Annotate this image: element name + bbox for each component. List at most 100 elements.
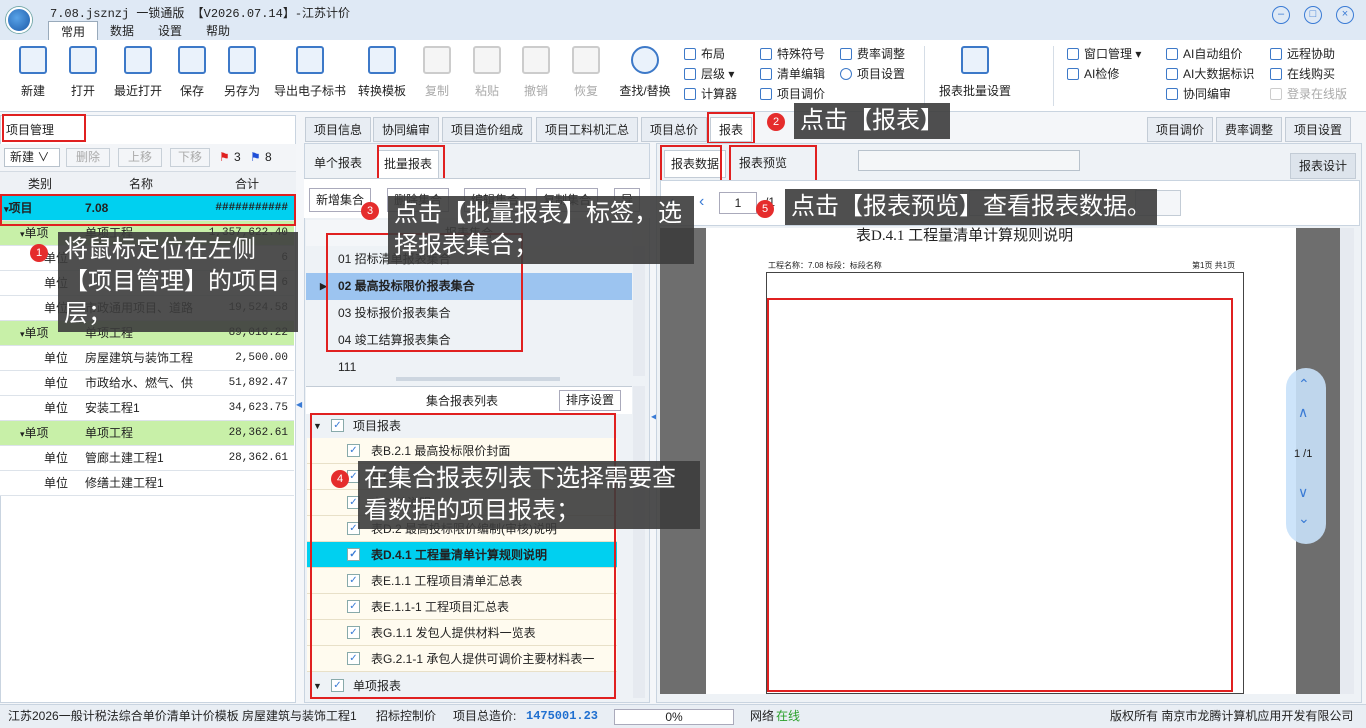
menu-tab-settings[interactable]: 设置	[146, 21, 194, 40]
splitter-left-icon[interactable]: ◀	[296, 400, 302, 420]
page-down-icon[interactable]: ∨	[1298, 484, 1308, 501]
cell-name[interactable]: 管廊土建工程1	[81, 446, 201, 471]
undo-button[interactable]: 撤销	[510, 44, 562, 108]
level-button[interactable]: 层级 ▾	[684, 64, 737, 84]
report-name-field[interactable]	[858, 150, 1080, 171]
table-row[interactable]: ▾单项 单项工程 28,362.61	[0, 421, 294, 446]
expand-icon[interactable]: ▼	[313, 674, 322, 698]
report-item[interactable]: ✓ 表G.1.1 发包人提供材料一览表	[307, 620, 617, 646]
special-symbol-button[interactable]: 特殊符号	[760, 44, 825, 64]
ai-check-button[interactable]: AI检修	[1067, 64, 1141, 84]
checkbox[interactable]: ✓	[331, 679, 344, 692]
recent-button[interactable]: 最近打开	[111, 44, 165, 108]
checkbox[interactable]: ✓	[347, 600, 360, 613]
checkbox[interactable]: ✓	[347, 548, 360, 561]
report-subroot-node[interactable]: ▼ ✓ 单项报表	[307, 674, 617, 698]
convert-template-button[interactable]: 转换模板	[354, 44, 410, 108]
close-icon[interactable]: ×	[1336, 6, 1354, 24]
table-row[interactable]: 单位 安装工程1 34,623.75	[0, 396, 294, 421]
cell-name[interactable]: 修缮土建工程1	[81, 471, 201, 496]
red-flag-icon[interactable]: ⚑	[219, 150, 230, 164]
save-button[interactable]: 保存	[166, 44, 218, 108]
tab-project-info[interactable]: 项目信息	[305, 117, 372, 142]
ai-bigdata-button[interactable]: AI大数据标识	[1166, 64, 1254, 84]
tab-material-summary[interactable]: 项目工料机汇总	[536, 117, 639, 142]
save-as-button[interactable]: 另存为	[216, 44, 268, 108]
remote-assist-button[interactable]: 远程协助	[1270, 44, 1347, 64]
new-button[interactable]: 新建	[7, 44, 59, 108]
redo-button[interactable]: 恢复	[560, 44, 612, 108]
tab-price-adjust[interactable]: 项目调价	[1147, 117, 1214, 142]
layout-button[interactable]: 布局	[684, 44, 737, 64]
to-top-icon[interactable]: ⌃	[1298, 376, 1310, 393]
move-up-button[interactable]: 上移	[118, 148, 162, 167]
page-number-input[interactable]: 1	[719, 192, 757, 214]
cell-name[interactable]: 单项工程	[81, 421, 201, 446]
collection-item[interactable]: 03 投标报价报表集合	[306, 300, 632, 327]
tab-rate-adjust[interactable]: 费率调整	[1216, 117, 1283, 142]
checkbox[interactable]: ✓	[347, 574, 360, 587]
table-row[interactable]: ▾项目 7.08 ###########	[0, 196, 294, 221]
checkbox[interactable]: ✓	[347, 652, 360, 665]
checkbox[interactable]: ✓	[347, 444, 360, 457]
delete-button[interactable]: 删除	[66, 148, 110, 167]
bill-edit-button[interactable]: 清单编辑	[760, 64, 825, 84]
table-row[interactable]: 单位 修缮土建工程1	[0, 471, 294, 496]
cell-name[interactable]: 房屋建筑与装饰工程	[81, 346, 201, 371]
report-item[interactable]: ✓ 表D.4.1 工程量清单计算规则说明	[307, 542, 617, 568]
to-bottom-icon[interactable]: ⌄	[1298, 510, 1310, 527]
menu-tab-data[interactable]: 数据	[98, 21, 146, 40]
ai-auto-price-button[interactable]: AI自动组价	[1166, 44, 1254, 64]
menu-tab-help[interactable]: 帮助	[194, 21, 242, 40]
rate-adjust-button[interactable]: 费率调整	[840, 44, 905, 64]
tab-total-price[interactable]: 项目总价	[641, 117, 708, 142]
checkbox[interactable]: ✓	[331, 419, 344, 432]
tab-collab-review[interactable]: 协同编审	[373, 117, 440, 142]
export-bid-button[interactable]: 导出电子标书	[272, 44, 348, 108]
tab-project-settings[interactable]: 项目设置	[1285, 117, 1352, 142]
report-item[interactable]: ✓ 表E.1.1 工程项目清单汇总表	[307, 568, 617, 594]
find-replace-button[interactable]: 查找/替换	[615, 44, 675, 108]
checkbox[interactable]: ✓	[347, 626, 360, 639]
tab-report[interactable]: 报表	[710, 117, 753, 142]
table-row[interactable]: 单位 管廊土建工程1 28,362.61	[0, 446, 294, 471]
collection-scrollbar[interactable]	[633, 246, 645, 376]
report-design-button[interactable]: 报表设计	[1290, 153, 1357, 179]
paste-button[interactable]: 粘贴	[461, 44, 513, 108]
tab-report-preview[interactable]: 报表预览	[733, 150, 793, 178]
collection-item[interactable]: 04 竣工结算报表集合	[306, 327, 632, 354]
price-adjust-button[interactable]: 项目调价	[760, 84, 825, 104]
first-page-icon[interactable]: ‹	[699, 193, 704, 211]
report-item[interactable]: ✓ 表E.1.1-1 工程项目汇总表	[307, 594, 617, 620]
cell-name[interactable]: 安装工程1	[81, 396, 201, 421]
copy-button[interactable]: 复制	[411, 44, 463, 108]
collection-resize-handle[interactable]	[396, 377, 560, 381]
report-item[interactable]: ✓ 表G.2.1-1 承包人提供可调价主要材料表一	[307, 646, 617, 672]
tab-report-data[interactable]: 报表数据	[664, 150, 727, 178]
maximize-icon[interactable]: □	[1304, 6, 1322, 24]
move-down-button[interactable]: 下移	[170, 148, 210, 167]
new-dropdown[interactable]: 新建 ∨	[4, 148, 60, 167]
open-button[interactable]: 打开	[57, 44, 109, 108]
sort-settings-button[interactable]: 排序设置	[559, 390, 622, 411]
page-up-icon[interactable]: ∧	[1298, 404, 1308, 421]
collection-item[interactable]: ▶ 02 最高投标限价报表集合	[306, 273, 632, 300]
calculator-button[interactable]: 计算器	[684, 84, 737, 104]
app-logo-icon[interactable]	[6, 7, 32, 33]
menu-tab-common[interactable]: 常用	[48, 21, 99, 40]
collab-review-button[interactable]: 协同编审	[1166, 84, 1254, 104]
login-online-button[interactable]: 登录在线版	[1270, 84, 1347, 104]
project-settings-button[interactable]: 项目设置	[840, 64, 905, 84]
report-root-node[interactable]: ▼ ✓ 项目报表	[307, 414, 617, 438]
table-row[interactable]: 单位 房屋建筑与装饰工程 2,500.00	[0, 346, 294, 371]
tab-cost-composition[interactable]: 项目造价组成	[442, 117, 533, 142]
blue-flag-icon[interactable]: ⚑	[250, 150, 261, 164]
window-manage-button[interactable]: 窗口管理 ▾	[1067, 44, 1141, 64]
report-list-scrollbar[interactable]	[633, 386, 645, 698]
table-row[interactable]: 单位 市政给水、燃气、供 51,892.47	[0, 371, 294, 396]
tab-batch-report[interactable]: 批量报表	[377, 150, 440, 178]
online-buy-button[interactable]: 在线购买	[1270, 64, 1347, 84]
report-batch-settings-button[interactable]: 报表批量设置	[934, 44, 1016, 108]
minimize-icon[interactable]: –	[1272, 6, 1290, 24]
cell-name[interactable]: 7.08	[81, 196, 201, 221]
